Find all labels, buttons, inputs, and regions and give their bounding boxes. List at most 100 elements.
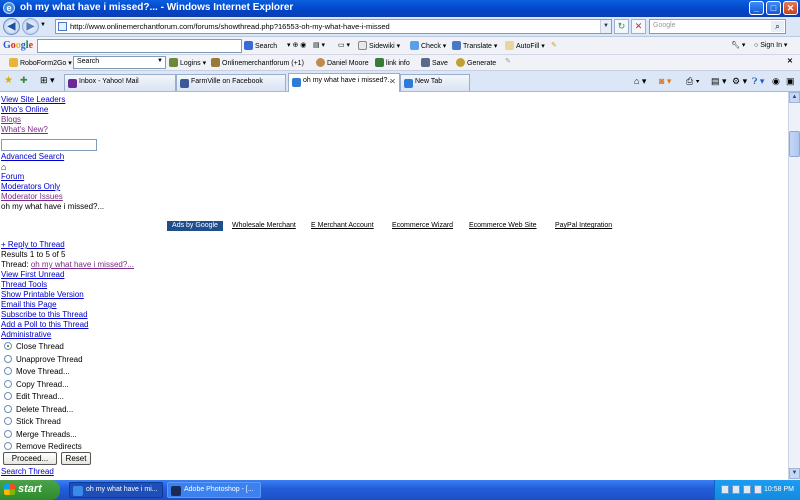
link-blogs[interactable]: Blogs xyxy=(1,115,21,124)
tab-current-thread[interactable]: oh my what have i missed?... ✕ xyxy=(288,73,400,92)
link-printable-version[interactable]: Show Printable Version xyxy=(1,290,84,299)
ad-link-paypal-integration[interactable]: PayPal Integration xyxy=(555,222,612,229)
link-info-button[interactable]: link info xyxy=(375,58,410,67)
toolbar-close-icon[interactable]: ✕ xyxy=(787,57,793,65)
page-menu-icon[interactable]: ▤ ▾ xyxy=(711,76,727,87)
home-icon[interactable]: ⌂ ▾ xyxy=(634,76,646,87)
research-icon[interactable]: ▣ xyxy=(786,76,795,87)
reset-button[interactable]: Reset xyxy=(61,452,91,465)
link-subscribe-thread[interactable]: Subscribe to this Thread xyxy=(1,310,88,319)
link-add-poll[interactable]: Add a Poll to this Thread xyxy=(1,320,88,329)
pencil-icon[interactable]: ✎ xyxy=(551,41,557,49)
roboform-button[interactable]: RoboForm2Go ▾ xyxy=(9,58,72,67)
tray-icon-1[interactable] xyxy=(721,485,729,494)
favorites-star-icon[interactable]: ★ xyxy=(4,75,13,86)
generate-button[interactable]: Generate xyxy=(456,58,496,67)
breadcrumb-moderators-only[interactable]: Moderators Only xyxy=(1,182,60,191)
tab-farmville[interactable]: FarmVille on Facebook xyxy=(176,74,286,91)
radio-unapprove-thread[interactable] xyxy=(4,355,12,363)
logins-button[interactable]: Logins ▾ xyxy=(169,58,206,67)
proceed-button[interactable]: Proceed... xyxy=(3,452,57,465)
quick-tabs-icon[interactable]: ⊞ ▾ xyxy=(40,75,55,86)
scroll-down-icon[interactable]: ▼ xyxy=(789,468,800,479)
translate-button[interactable]: Translate ▾ xyxy=(452,41,497,50)
link-administrative[interactable]: Administrative xyxy=(1,330,51,339)
close-button[interactable]: ✕ xyxy=(783,1,798,15)
ad-link-ecommerce-web-site[interactable]: Ecommerce Web Site xyxy=(469,222,537,229)
minimize-button[interactable]: _ xyxy=(749,1,764,15)
tray-icon-4[interactable] xyxy=(754,485,762,494)
breadcrumb-moderator-issues[interactable]: Moderator Issues xyxy=(1,192,63,201)
tab-close-icon[interactable]: ✕ xyxy=(389,77,396,86)
print-icon[interactable]: ⎙ ▾ xyxy=(686,76,699,87)
search-icon[interactable]: ⌕ xyxy=(771,21,784,32)
google-search-input[interactable] xyxy=(37,39,242,53)
radio-copy-thread[interactable] xyxy=(4,380,12,388)
forward-icon[interactable]: ▶ xyxy=(22,18,39,35)
history-dropdown-icon[interactable]: ▼ xyxy=(40,22,46,28)
link-email-page[interactable]: Email this Page xyxy=(1,300,57,309)
feeds-icon[interactable]: ◙ ▾ xyxy=(659,76,671,87)
radio-edit-thread[interactable] xyxy=(4,392,12,400)
start-button[interactable]: start xyxy=(0,480,60,500)
roboform-search-input[interactable]: Search ▼ xyxy=(73,56,166,69)
address-bar[interactable]: http://www.onlinemerchantforum.com/forum… xyxy=(55,19,612,34)
breadcrumb-forum[interactable]: Forum xyxy=(1,172,24,181)
tray-icon-3[interactable] xyxy=(743,485,751,494)
radio-move-thread[interactable] xyxy=(4,367,12,375)
ad-link-e-merchant-account[interactable]: E Merchant Account xyxy=(311,222,374,229)
taskbar-ie-window[interactable]: oh my what have i mi... xyxy=(69,482,163,498)
tray-icon-2[interactable] xyxy=(732,485,740,494)
ads-by-google-label[interactable]: Ads by Google xyxy=(167,221,223,231)
tools-gear-icon[interactable]: ⚙ ▾ xyxy=(732,76,747,87)
maximize-button[interactable]: □ xyxy=(766,1,781,15)
radio-merge-threads[interactable] xyxy=(4,430,12,438)
ad-link-ecommerce-wizard[interactable]: Ecommerce Wizard xyxy=(392,222,453,229)
address-dropdown-icon[interactable]: ▼ xyxy=(600,20,611,33)
tab-new[interactable]: New Tab xyxy=(400,74,470,91)
add-favorites-icon[interactable]: ✚ xyxy=(20,75,28,86)
autofill-button[interactable]: AutoFill ▾ xyxy=(505,41,545,50)
home-icon[interactable]: ⌂ xyxy=(1,162,6,172)
scroll-up-icon[interactable]: ▲ xyxy=(789,92,800,103)
identity-button[interactable]: Daniel Moore xyxy=(316,58,369,67)
back-icon[interactable]: ◀ xyxy=(3,18,20,35)
radio-close-thread[interactable] xyxy=(4,342,12,350)
scroll-thumb[interactable] xyxy=(789,131,800,157)
google-search-button[interactable]: Search xyxy=(244,41,277,50)
bookmark-icon[interactable]: ▭ ▾ xyxy=(338,41,350,49)
tab-yahoo-mail[interactable]: Inbox - Yahoo! Mail xyxy=(64,74,176,91)
save-button[interactable]: Save xyxy=(421,58,448,67)
sidewiki-button[interactable]: Sidewiki ▾ xyxy=(358,41,400,50)
taskbar-photoshop-window[interactable]: Adobe Photoshop - [... xyxy=(167,482,261,498)
link-whats-new[interactable]: What's New? xyxy=(1,125,48,134)
messenger-icon[interactable]: ◉ xyxy=(772,76,780,87)
link-view-first-unread[interactable]: View First Unread xyxy=(1,270,64,279)
web-search-field[interactable]: Google ⌕ xyxy=(649,19,786,34)
check-button[interactable]: Check ▾ xyxy=(410,41,446,50)
link-thread-tools[interactable]: Thread Tools xyxy=(1,280,47,289)
refresh-icon[interactable]: ↻ xyxy=(614,19,629,34)
ad-link-wholesale-merchant[interactable]: Wholesale Merchant xyxy=(232,222,296,229)
link-whos-online[interactable]: Who's Online xyxy=(1,105,48,114)
page-layout-icon[interactable]: ▤ ▾ xyxy=(313,41,325,49)
help-icon[interactable]: ❓︎ ▾ xyxy=(752,76,764,87)
search-thread-link[interactable]: Search Thread xyxy=(1,467,54,476)
edit-icon[interactable]: ✎ xyxy=(505,57,511,65)
wrench-icon[interactable]: 🔧︎ ▾ xyxy=(731,41,745,49)
reply-to-thread-link[interactable]: + Reply to Thread xyxy=(1,240,65,249)
google-toolbar: Google Search ▾ ⊕ ◉ ▤ ▾ ▭ ▾ Sidewiki ▾ C… xyxy=(0,37,800,55)
search-dropdown-icon[interactable]: ▼ xyxy=(157,58,163,64)
thread-link[interactable]: oh my what have i missed?... xyxy=(31,260,134,269)
vertical-scrollbar[interactable]: ▲ ▼ xyxy=(788,92,800,480)
link-view-site-leaders[interactable]: View Site Leaders xyxy=(1,95,65,104)
forum-search-input[interactable] xyxy=(1,139,97,151)
link-advanced-search[interactable]: Advanced Search xyxy=(1,152,64,161)
radio-delete-thread[interactable] xyxy=(4,405,12,413)
radio-remove-redirects[interactable] xyxy=(4,442,12,450)
signin-button[interactable]: ○ Sign In ▾ xyxy=(754,41,787,49)
radio-stick-thread[interactable] xyxy=(4,417,12,425)
stop-icon[interactable]: ✕ xyxy=(631,19,646,34)
google-options[interactable]: ▾ ⊕ ◉ xyxy=(287,41,306,49)
forum-login-button[interactable]: Onlinemerchantforum (+1) xyxy=(211,58,304,67)
